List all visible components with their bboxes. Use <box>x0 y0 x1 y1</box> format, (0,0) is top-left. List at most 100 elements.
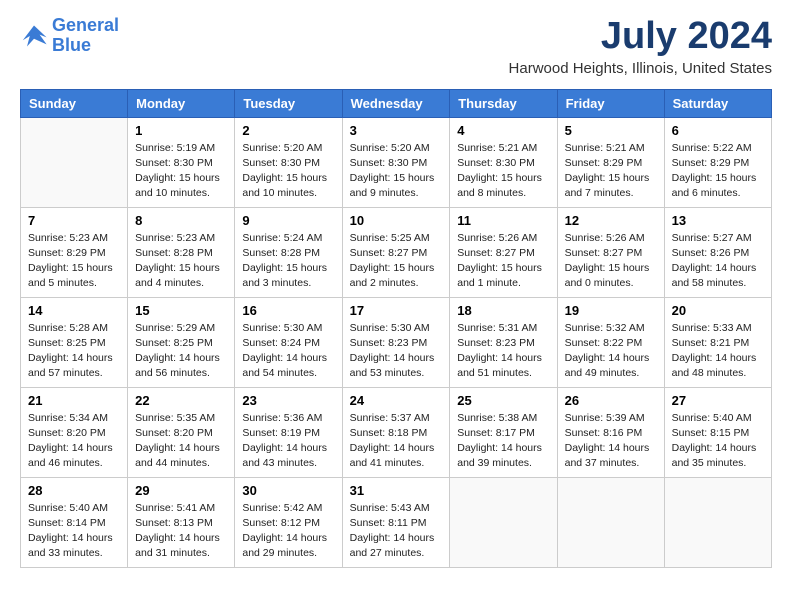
calendar-cell: 14 Sunrise: 5:28 AMSunset: 8:25 PMDayligh… <box>21 297 128 387</box>
day-number: 17 <box>350 303 443 318</box>
logo-blue: Blue <box>52 35 91 55</box>
calendar-week-row: 1 Sunrise: 5:19 AMSunset: 8:30 PMDaylight… <box>21 117 772 207</box>
day-detail: Sunrise: 5:22 AMSunset: 8:29 PMDaylight:… <box>672 141 764 202</box>
calendar-cell: 2 Sunrise: 5:20 AMSunset: 8:30 PMDaylight… <box>235 117 342 207</box>
day-number: 19 <box>565 303 657 318</box>
calendar-cell: 30Sunrise: 5:42 AMSunset: 8:12 PMDayligh… <box>235 477 342 567</box>
day-number: 15 <box>135 303 227 318</box>
calendar-cell: 29 Sunrise: 5:41 AMSunset: 8:13 PMDayligh… <box>128 477 235 567</box>
day-number: 11 <box>457 213 549 228</box>
day-detail: Sunrise: 5:21 AMSunset: 8:30 PMDaylight:… <box>457 141 549 202</box>
day-number: 21 <box>28 393 120 408</box>
calendar-cell: 11 Sunrise: 5:26 AMSunset: 8:27 PMDayligh… <box>450 207 557 297</box>
day-detail: Sunrise: 5:19 AMSunset: 8:30 PMDaylight:… <box>135 141 227 202</box>
day-detail: Sunrise: 5:30 AMSunset: 8:24 PMDaylight:… <box>242 321 334 382</box>
calendar-cell: 23 Sunrise: 5:36 AMSunset: 8:19 PMDayligh… <box>235 387 342 477</box>
day-number: 22 <box>135 393 227 408</box>
day-detail: Sunrise: 5:39 AMSunset: 8:16 PMDaylight:… <box>565 411 657 472</box>
calendar-cell: 31 Sunrise: 5:43 AMSunset: 8:11 PMDayligh… <box>342 477 450 567</box>
day-detail: Sunrise: 5:26 AMSunset: 8:27 PMDaylight:… <box>565 231 657 292</box>
header-tuesday: Tuesday <box>235 89 342 117</box>
day-number: 26 <box>565 393 657 408</box>
header-monday: Monday <box>128 89 235 117</box>
calendar-cell <box>450 477 557 567</box>
title-area: July 2024 Harwood Heights, Illinois, Uni… <box>509 16 772 77</box>
day-number: 24 <box>350 393 443 408</box>
day-number: 4 <box>457 123 549 138</box>
header-thursday: Thursday <box>450 89 557 117</box>
day-detail: Sunrise: 5:34 AMSunset: 8:20 PMDaylight:… <box>28 411 120 472</box>
day-detail: Sunrise: 5:37 AMSunset: 8:18 PMDaylight:… <box>350 411 443 472</box>
day-detail: Sunrise: 5:41 AMSunset: 8:13 PMDaylight:… <box>135 501 227 562</box>
day-detail: Sunrise: 5:20 AMSunset: 8:30 PMDaylight:… <box>242 141 334 202</box>
calendar-cell <box>664 477 771 567</box>
day-number: 9 <box>242 213 334 228</box>
logo-icon <box>20 22 48 50</box>
day-detail: Sunrise: 5:27 AMSunset: 8:26 PMDaylight:… <box>672 231 764 292</box>
day-detail: Sunrise: 5:38 AMSunset: 8:17 PMDaylight:… <box>457 411 549 472</box>
calendar-cell: 18 Sunrise: 5:31 AMSunset: 8:23 PMDayligh… <box>450 297 557 387</box>
day-number: 5 <box>565 123 657 138</box>
calendar-cell: 17 Sunrise: 5:30 AMSunset: 8:23 PMDayligh… <box>342 297 450 387</box>
calendar-week-row: 14 Sunrise: 5:28 AMSunset: 8:25 PMDayligh… <box>21 297 772 387</box>
calendar-cell: 24 Sunrise: 5:37 AMSunset: 8:18 PMDayligh… <box>342 387 450 477</box>
logo-text: General Blue <box>52 16 119 56</box>
calendar-cell: 28Sunrise: 5:40 AMSunset: 8:14 PMDayligh… <box>21 477 128 567</box>
day-number: 1 <box>135 123 227 138</box>
calendar-cell: 15 Sunrise: 5:29 AMSunset: 8:25 PMDayligh… <box>128 297 235 387</box>
day-detail: Sunrise: 5:40 AMSunset: 8:14 PMDaylight:… <box>28 501 120 562</box>
day-number: 29 <box>135 483 227 498</box>
calendar-cell: 13Sunrise: 5:27 AMSunset: 8:26 PMDayligh… <box>664 207 771 297</box>
calendar-cell: 21 Sunrise: 5:34 AMSunset: 8:20 PMDayligh… <box>21 387 128 477</box>
calendar-cell: 19 Sunrise: 5:32 AMSunset: 8:22 PMDayligh… <box>557 297 664 387</box>
calendar-header-row: SundayMondayTuesdayWednesdayThursdayFrid… <box>21 89 772 117</box>
calendar-cell: 1 Sunrise: 5:19 AMSunset: 8:30 PMDaylight… <box>128 117 235 207</box>
day-number: 18 <box>457 303 549 318</box>
day-number: 31 <box>350 483 443 498</box>
header-saturday: Saturday <box>664 89 771 117</box>
logo-general: General <box>52 15 119 35</box>
calendar-cell: 20 Sunrise: 5:33 AMSunset: 8:21 PMDayligh… <box>664 297 771 387</box>
location-subtitle: Harwood Heights, Illinois, United States <box>509 60 772 77</box>
header-friday: Friday <box>557 89 664 117</box>
day-number: 16 <box>242 303 334 318</box>
calendar-cell: 3 Sunrise: 5:20 AMSunset: 8:30 PMDaylight… <box>342 117 450 207</box>
day-number: 3 <box>350 123 443 138</box>
day-detail: Sunrise: 5:42 AMSunset: 8:12 PMDaylight:… <box>242 501 334 562</box>
header-wednesday: Wednesday <box>342 89 450 117</box>
calendar-cell: 10Sunrise: 5:25 AMSunset: 8:27 PMDayligh… <box>342 207 450 297</box>
calendar-cell: 8 Sunrise: 5:23 AMSunset: 8:28 PMDaylight… <box>128 207 235 297</box>
day-number: 27 <box>672 393 764 408</box>
day-number: 20 <box>672 303 764 318</box>
calendar-week-row: 28Sunrise: 5:40 AMSunset: 8:14 PMDayligh… <box>21 477 772 567</box>
day-number: 7 <box>28 213 120 228</box>
day-number: 8 <box>135 213 227 228</box>
day-number: 2 <box>242 123 334 138</box>
calendar-week-row: 7 Sunrise: 5:23 AMSunset: 8:29 PMDaylight… <box>21 207 772 297</box>
day-detail: Sunrise: 5:29 AMSunset: 8:25 PMDaylight:… <box>135 321 227 382</box>
calendar-cell <box>557 477 664 567</box>
day-detail: Sunrise: 5:28 AMSunset: 8:25 PMDaylight:… <box>28 321 120 382</box>
calendar-cell: 5Sunrise: 5:21 AMSunset: 8:29 PMDaylight… <box>557 117 664 207</box>
day-detail: Sunrise: 5:43 AMSunset: 8:11 PMDaylight:… <box>350 501 443 562</box>
day-detail: Sunrise: 5:32 AMSunset: 8:22 PMDaylight:… <box>565 321 657 382</box>
day-detail: Sunrise: 5:40 AMSunset: 8:15 PMDaylight:… <box>672 411 764 472</box>
day-number: 25 <box>457 393 549 408</box>
day-number: 14 <box>28 303 120 318</box>
day-number: 23 <box>242 393 334 408</box>
day-detail: Sunrise: 5:35 AMSunset: 8:20 PMDaylight:… <box>135 411 227 472</box>
day-detail: Sunrise: 5:23 AMSunset: 8:29 PMDaylight:… <box>28 231 120 292</box>
calendar-cell <box>21 117 128 207</box>
day-detail: Sunrise: 5:26 AMSunset: 8:27 PMDaylight:… <box>457 231 549 292</box>
calendar-cell: 4 Sunrise: 5:21 AMSunset: 8:30 PMDaylight… <box>450 117 557 207</box>
day-detail: Sunrise: 5:36 AMSunset: 8:19 PMDaylight:… <box>242 411 334 472</box>
day-detail: Sunrise: 5:23 AMSunset: 8:28 PMDaylight:… <box>135 231 227 292</box>
day-detail: Sunrise: 5:30 AMSunset: 8:23 PMDaylight:… <box>350 321 443 382</box>
calendar-cell: 25 Sunrise: 5:38 AMSunset: 8:17 PMDayligh… <box>450 387 557 477</box>
calendar-cell: 7 Sunrise: 5:23 AMSunset: 8:29 PMDaylight… <box>21 207 128 297</box>
day-detail: Sunrise: 5:33 AMSunset: 8:21 PMDaylight:… <box>672 321 764 382</box>
calendar-cell: 22 Sunrise: 5:35 AMSunset: 8:20 PMDayligh… <box>128 387 235 477</box>
month-year-title: July 2024 <box>509 16 772 58</box>
day-detail: Sunrise: 5:31 AMSunset: 8:23 PMDaylight:… <box>457 321 549 382</box>
day-detail: Sunrise: 5:20 AMSunset: 8:30 PMDaylight:… <box>350 141 443 202</box>
